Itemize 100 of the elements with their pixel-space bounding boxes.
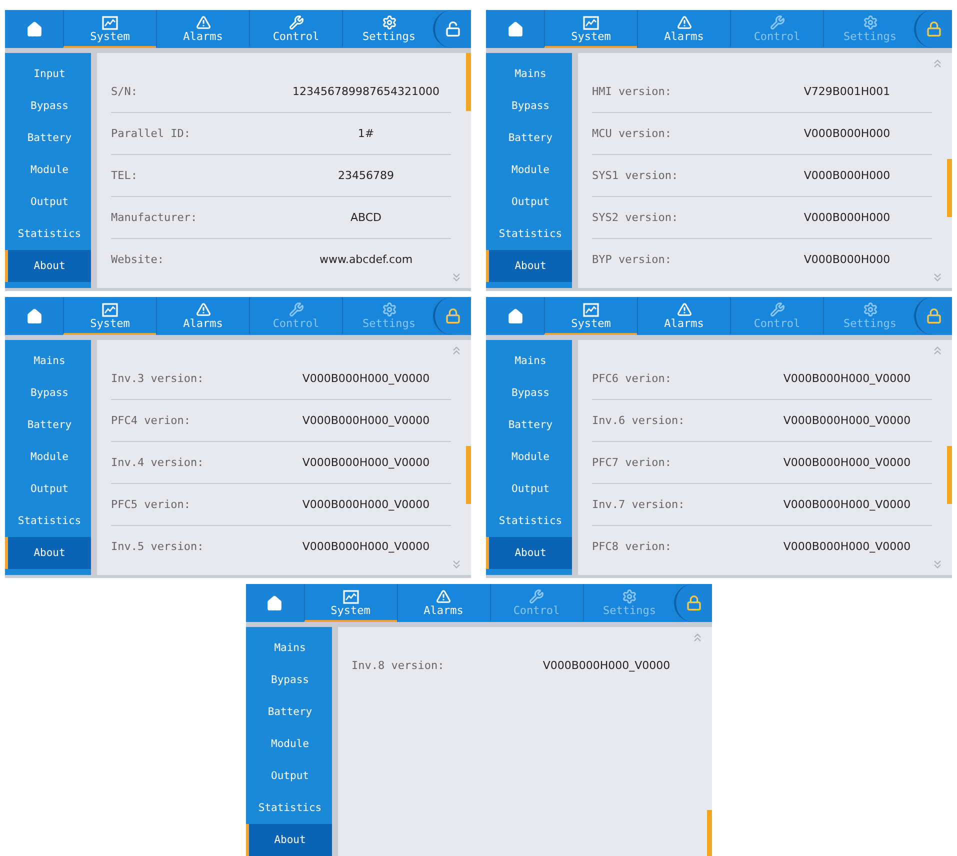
sidebar-item[interactable]: Battery (5, 409, 91, 441)
field-value: V000B000H000 (802, 127, 892, 140)
field-value: V000B000H000_V0000 (782, 372, 912, 385)
settings-icon (382, 302, 396, 317)
scrollbar-thumb[interactable] (706, 810, 712, 856)
field-label: Inv.7 version: (592, 498, 686, 511)
field-value: V000B000H000_V0000 (782, 498, 912, 511)
sidebar-item[interactable]: About (486, 537, 572, 569)
field-value: V000B000H000_V0000 (301, 372, 431, 385)
field-label: PFC5 verion: (111, 498, 192, 511)
sidebar-item[interactable]: Module (486, 154, 572, 186)
field-label: Website: (111, 253, 165, 266)
home-icon (506, 20, 524, 38)
sidebar-item[interactable]: Battery (246, 696, 332, 728)
sidebar-item[interactable]: Module (5, 154, 91, 186)
warning-icon (676, 15, 692, 30)
sidebar-item[interactable]: Statistics (486, 505, 572, 537)
sidebar-item[interactable]: Battery (486, 122, 572, 154)
warning-icon (436, 589, 451, 604)
scroll-down-icon[interactable] (450, 271, 463, 284)
settings-icon (382, 15, 396, 30)
sidebar-item[interactable]: Bypass (5, 90, 91, 122)
sidebar-item[interactable]: Output (486, 473, 572, 505)
sidebar-item[interactable]: Bypass (5, 377, 91, 409)
sidebar-item[interactable]: Output (5, 186, 91, 218)
home-icon (26, 20, 42, 38)
nav-tab[interactable]: System (63, 10, 156, 48)
sidebar-item[interactable]: Module (246, 728, 332, 760)
field-label: Inv.3 version: (111, 372, 205, 385)
field-label: Parallel ID: (111, 127, 192, 140)
field-value: V000B000H000_V0000 (301, 498, 431, 511)
nav-tab[interactable]: System (544, 10, 637, 48)
scroll-up-icon[interactable] (931, 57, 944, 70)
field-value: 23456789 (337, 169, 395, 182)
sidebar-item[interactable]: Input (5, 58, 91, 90)
warning-icon (676, 302, 692, 317)
nav-tab[interactable]: System (63, 297, 156, 335)
warning-icon (196, 15, 210, 30)
sidebar-item[interactable]: Statistics (5, 218, 91, 250)
scroll-down-icon[interactable] (931, 558, 944, 571)
field-label: BYP version: (592, 253, 672, 266)
tools-icon (529, 589, 544, 604)
field-label: Inv.8 version: (352, 659, 446, 672)
scroll-up-icon[interactable] (450, 344, 463, 357)
sidebar-item[interactable]: Module (5, 441, 91, 473)
field-value: 1# (356, 127, 376, 140)
scrollbar-thumb[interactable] (466, 446, 471, 504)
field-label: PFC7 verion: (592, 456, 672, 469)
sidebar-item[interactable]: Bypass (486, 377, 572, 409)
lock-icon (445, 308, 461, 324)
unlocked-icon (445, 21, 461, 37)
sidebar-item[interactable]: Statistics (5, 505, 91, 537)
sidebar-item[interactable]: About (5, 537, 91, 569)
lock-icon (686, 595, 702, 611)
sidebar-item[interactable]: Module (486, 441, 572, 473)
sidebar-item[interactable]: Output (5, 473, 91, 505)
sidebar-item[interactable]: Bypass (246, 664, 332, 696)
tools-icon (770, 302, 784, 317)
sidebar-item[interactable]: Battery (5, 122, 91, 154)
scrollbar-thumb[interactable] (466, 53, 471, 111)
field-value: V000B000H000 (802, 169, 892, 182)
settings-icon (622, 589, 637, 604)
scrollbar-thumb[interactable] (947, 446, 952, 504)
sidebar-item[interactable]: About (246, 824, 332, 856)
sidebar-item[interactable]: Output (246, 760, 332, 792)
home-icon (266, 594, 283, 612)
nav-tab[interactable]: System (544, 297, 637, 335)
sidebar-item[interactable]: About (486, 250, 572, 282)
chart-icon (583, 302, 599, 316)
field-value: V000B000H000_V0000 (301, 540, 431, 553)
sidebar-item[interactable]: Mains (5, 345, 91, 377)
field-label: Inv.5 version: (111, 540, 205, 553)
home-icon (506, 308, 524, 324)
sidebar-item[interactable]: Mains (486, 58, 572, 90)
scrollbar-thumb[interactable] (947, 158, 952, 217)
settings-icon (862, 302, 878, 317)
sidebar-item[interactable]: Battery (486, 409, 572, 441)
sidebar-item[interactable]: Mains (246, 632, 332, 664)
scroll-down-icon[interactable] (931, 271, 944, 284)
sidebar-item[interactable]: About (5, 250, 91, 282)
field-value: V000B000H000 (802, 211, 892, 224)
field-label: MCU version: (592, 127, 672, 140)
chart-icon (342, 590, 358, 604)
field-label: PFC6 verion: (592, 372, 672, 385)
nav-tab[interactable]: System (304, 584, 396, 622)
field-label: Manufacturer: (111, 211, 198, 224)
sidebar-item[interactable]: Statistics (486, 218, 572, 250)
sidebar-item[interactable]: Statistics (246, 792, 332, 824)
field-label: Inv.4 version: (111, 456, 205, 469)
field-label: HMI version: (592, 85, 672, 98)
sidebar-item[interactable]: Output (486, 186, 572, 218)
scroll-up-icon[interactable] (931, 344, 944, 357)
sidebar-item[interactable]: Bypass (486, 90, 572, 122)
sidebar-item[interactable]: Mains (486, 345, 572, 377)
field-label: PFC8 verion: (592, 540, 672, 553)
field-value: V000B000H000 (802, 253, 892, 266)
scroll-down-icon[interactable] (450, 558, 463, 571)
home-icon (26, 308, 42, 324)
tools-icon (288, 15, 304, 30)
warning-icon (196, 302, 210, 317)
